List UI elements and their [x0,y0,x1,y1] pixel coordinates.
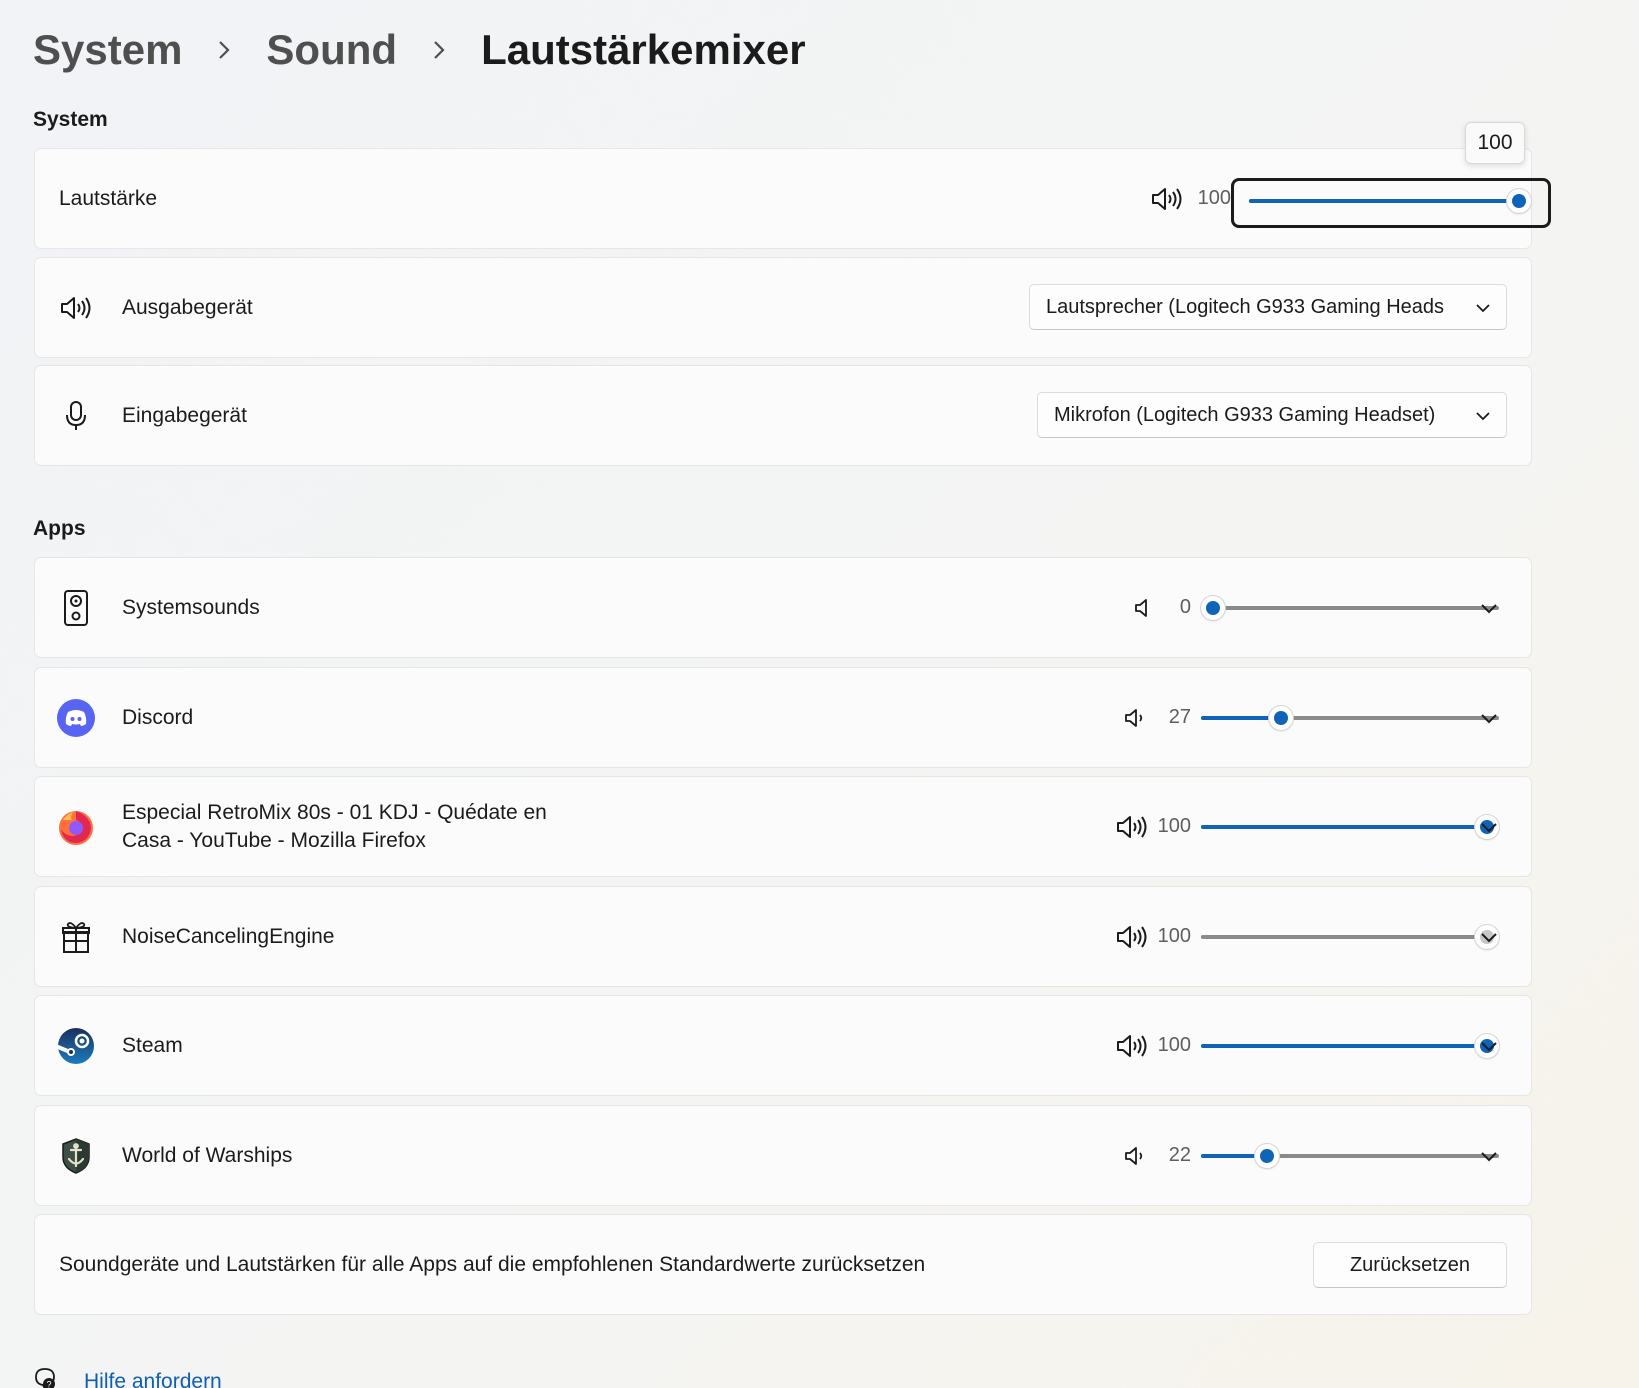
help-link[interactable]: Hilfe anfordern [84,1370,222,1388]
slider-thumb[interactable] [1201,596,1225,620]
volume-tooltip: 100 [1465,122,1525,164]
app-volume-slider[interactable] [1201,596,1499,620]
app-row-firefox: Especial RetroMix 80s - 01 KDJ - Quédate… [34,776,1532,877]
expand-chevron-icon[interactable] [1475,1032,1503,1060]
system-volume-label: Lautstärke [59,186,158,210]
reset-button[interactable]: Zurücksetzen [1313,1242,1507,1288]
slider-fill [1201,935,1487,939]
app-name-line1: Especial RetroMix 80s - 01 KDJ - Quédate… [122,800,547,824]
gift-box-icon [55,916,97,958]
help-icon: ? [32,1366,58,1388]
chevron-down-icon [1474,299,1492,317]
system-sounds-icon [55,587,97,629]
input-device-selected: Mikrofon (Logitech G933 Gaming Headset) [1054,403,1436,426]
input-device-card: Eingabegerät Mikrofon (Logitech G933 Gam… [34,365,1532,466]
output-device-selected: Lautsprecher (Logitech G933 Gaming Heads [1046,295,1445,318]
system-volume-card: Lautstärke 100 [34,148,1551,249]
app-name: Especial RetroMix 80s - 01 KDJ - Quédate… [122,799,547,855]
steam-icon [55,1025,97,1067]
slider-thumb[interactable] [1269,706,1294,730]
chevron-down-icon [1474,407,1492,425]
app-row-world-of-warships: World of Warships 22 [34,1105,1532,1206]
reset-card: Soundgeräte und Lautstärken für alle App… [34,1214,1532,1315]
app-volume-value: 100 [1157,1034,1191,1056]
output-device-dropdown[interactable]: Lautsprecher (Logitech G933 Gaming Heads [1029,284,1507,330]
expand-chevron-icon[interactable] [1475,1142,1503,1170]
app-volume-value: 100 [1157,815,1191,837]
app-name: Discord [122,705,194,729]
app-volume-value: 0 [1179,596,1191,618]
firefox-icon [55,806,97,848]
microphone-icon [55,395,97,437]
speaker-high-icon[interactable] [1115,1032,1149,1060]
breadcrumb-system[interactable]: System [33,26,182,74]
section-heading-system: System [33,108,108,131]
app-row-noisecancelingengine: NoiseCancelingEngine 100 [34,886,1532,987]
breadcrumb-sound[interactable]: Sound [266,26,397,74]
app-row-steam: Steam 100 [34,995,1532,1096]
app-row-discord: Discord 27 [34,667,1532,768]
app-volume-slider[interactable] [1201,706,1499,730]
app-volume-slider[interactable] [1201,1034,1499,1058]
app-name: World of Warships [122,1143,293,1167]
output-device-card: Ausgabegerät Lautsprecher (Logitech G933… [34,257,1532,358]
speaker-high-icon[interactable] [1150,185,1184,213]
chevron-right-icon [204,22,244,78]
app-name-line2: Casa - YouTube - Mozilla Firefox [122,828,426,852]
app-row-systemsounds: Systemsounds 0 [34,557,1532,658]
slider-fill [1201,1044,1487,1048]
help-section: ? Hilfe anfordern [32,1366,222,1388]
chevron-right-icon [419,22,459,78]
expand-chevron-icon[interactable] [1475,923,1503,951]
slider-track [1213,606,1499,610]
speaker-high-icon [55,287,97,329]
slider-fill [1249,199,1519,203]
speaker-high-icon[interactable] [1115,923,1149,951]
world-of-warships-icon [55,1135,97,1177]
svg-text:?: ? [46,1380,51,1388]
app-volume-value: 100 [1157,925,1191,947]
expand-chevron-icon[interactable] [1475,594,1503,622]
output-device-label: Ausgabegerät [122,295,253,319]
system-volume-value: 100 [1197,187,1231,209]
slider-thumb[interactable] [1507,189,1531,213]
app-name: NoiseCancelingEngine [122,924,335,948]
app-name: Steam [122,1033,183,1057]
slider-thumb[interactable] [1254,1144,1279,1168]
breadcrumb: System Sound Lautstärkemixer [33,22,806,78]
app-name: Systemsounds [122,595,260,619]
input-device-dropdown[interactable]: Mikrofon (Logitech G933 Gaming Headset) [1037,392,1507,438]
app-volume-value: 27 [1168,706,1191,728]
input-device-label: Eingabegerät [122,403,247,427]
app-volume-slider[interactable] [1201,815,1499,839]
section-heading-apps: Apps [33,517,86,540]
app-volume-slider[interactable] [1201,925,1499,949]
page-title: Lautstärkemixer [481,26,806,73]
expand-chevron-icon[interactable] [1475,704,1503,732]
speaker-high-icon[interactable] [1115,813,1149,841]
slider-fill [1201,825,1487,829]
app-volume-value: 22 [1168,1144,1191,1166]
system-volume-slider[interactable] [1249,189,1531,213]
expand-chevron-icon[interactable] [1475,813,1503,841]
reset-description: Soundgeräte und Lautstärken für alle App… [59,1252,926,1276]
discord-icon [55,697,97,739]
app-volume-slider[interactable] [1201,1144,1499,1168]
